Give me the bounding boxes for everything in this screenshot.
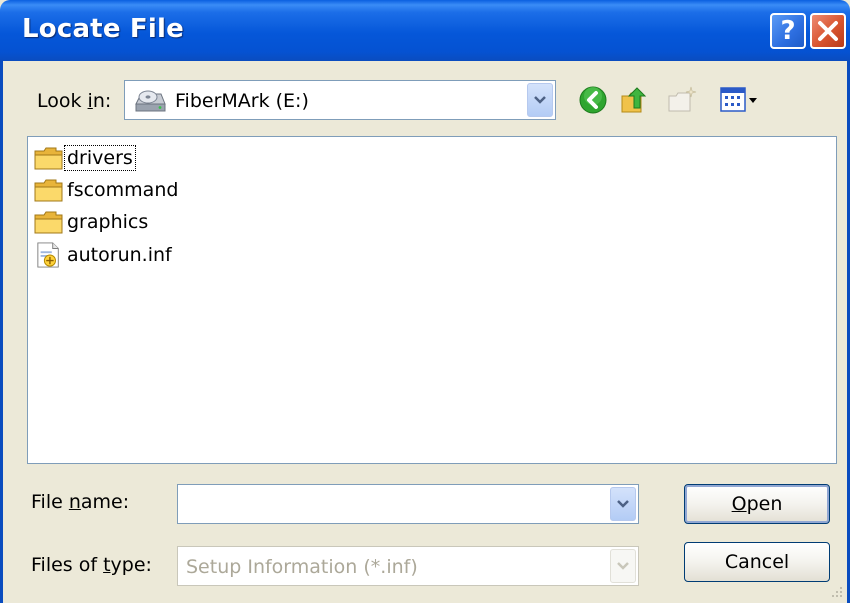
cd-drive-icon [135, 90, 166, 112]
back-icon[interactable] [577, 84, 609, 116]
file-name-input[interactable] [177, 484, 639, 524]
folder-icon [34, 179, 63, 202]
question-mark-icon: ? [780, 16, 796, 46]
look-in-dropdown-arrow[interactable] [527, 83, 553, 117]
new-folder-icon[interactable] [666, 84, 700, 116]
chevron-down-icon [534, 96, 546, 104]
title-bar[interactable]: Locate File ? [0, 0, 850, 61]
open-button[interactable]: Open [684, 484, 830, 524]
views-menu-icon[interactable] [718, 84, 762, 116]
folder-icon [34, 211, 63, 234]
files-of-type-label: Files of type: [31, 554, 152, 576]
list-item[interactable]: drivers [34, 143, 136, 173]
chevron-down-icon [617, 562, 629, 570]
help-button[interactable]: ? [770, 13, 806, 49]
list-item[interactable]: graphics [34, 207, 150, 237]
setup-info-file-icon [37, 242, 59, 268]
folder-icon [34, 147, 63, 170]
cancel-button[interactable]: Cancel [684, 542, 830, 582]
files-of-type-dropdown-arrow [610, 549, 636, 583]
file-list[interactable]: drivers fscommand graphics autorun.inf [27, 136, 837, 464]
look-in-value: FiberMArk (E:) [175, 90, 309, 112]
window-frame-left [0, 61, 3, 603]
close-button[interactable] [810, 13, 846, 49]
files-of-type-dropdown: Setup Information (*.inf) [177, 546, 639, 586]
files-of-type-value: Setup Information (*.inf) [186, 556, 418, 578]
list-item[interactable]: fscommand [34, 175, 180, 205]
look-in-label: Look in: [37, 90, 112, 112]
file-name-label: File name: [31, 491, 130, 513]
look-in-dropdown[interactable]: FiberMArk (E:) [124, 80, 556, 120]
resize-grip-icon[interactable] [830, 585, 844, 599]
up-folder-icon[interactable] [619, 84, 653, 116]
window-title: Locate File [22, 14, 184, 44]
chevron-down-icon [617, 500, 629, 508]
list-item[interactable]: autorun.inf [34, 240, 174, 270]
file-name-dropdown-arrow[interactable] [610, 487, 636, 521]
close-x-icon [818, 21, 838, 41]
